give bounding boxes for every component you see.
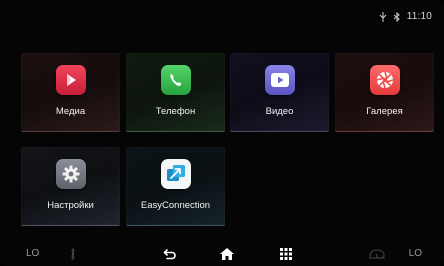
app-tile-gallery[interactable]: Галерея <box>335 53 434 132</box>
temperature-right[interactable]: LO <box>409 248 422 259</box>
gear-icon <box>55 159 86 189</box>
camera-aperture-icon <box>369 65 400 95</box>
app-label: Настройки <box>47 200 94 211</box>
app-label: Телефон <box>155 106 196 117</box>
bluetooth-icon <box>393 11 400 22</box>
apps-grid-icon[interactable] <box>280 248 292 260</box>
recirculation-icon[interactable] <box>368 248 386 260</box>
video-play-icon <box>264 65 295 95</box>
fan-icon[interactable] <box>66 247 80 261</box>
app-tile-easyconnection[interactable]: EasyConnection <box>126 147 225 226</box>
app-label: Медиа <box>55 106 86 117</box>
clock: 11:10 <box>406 11 432 22</box>
app-label: EasyConnection <box>140 200 211 211</box>
app-label: Галерея <box>366 106 403 117</box>
app-tile-phone[interactable]: Телефон <box>126 53 225 132</box>
media-play-icon <box>55 65 86 95</box>
app-tile-media[interactable]: Медиа <box>21 53 120 132</box>
head-unit-screen: 11:10 Медиа Телефон Видео Галерея Настро… <box>0 0 444 266</box>
app-tile-settings[interactable]: Настройки <box>21 147 120 226</box>
signal-icon <box>379 11 387 22</box>
bottom-bar: LO LO <box>0 244 444 266</box>
app-label: Видео <box>265 106 294 117</box>
app-tile-video[interactable]: Видео <box>230 53 329 132</box>
temperature-left[interactable]: LO <box>26 248 39 259</box>
back-icon[interactable] <box>163 247 177 261</box>
easyconnection-icon <box>160 159 191 189</box>
phone-icon <box>160 65 191 95</box>
home-icon[interactable] <box>219 247 235 261</box>
status-bar: 11:10 <box>379 11 432 22</box>
